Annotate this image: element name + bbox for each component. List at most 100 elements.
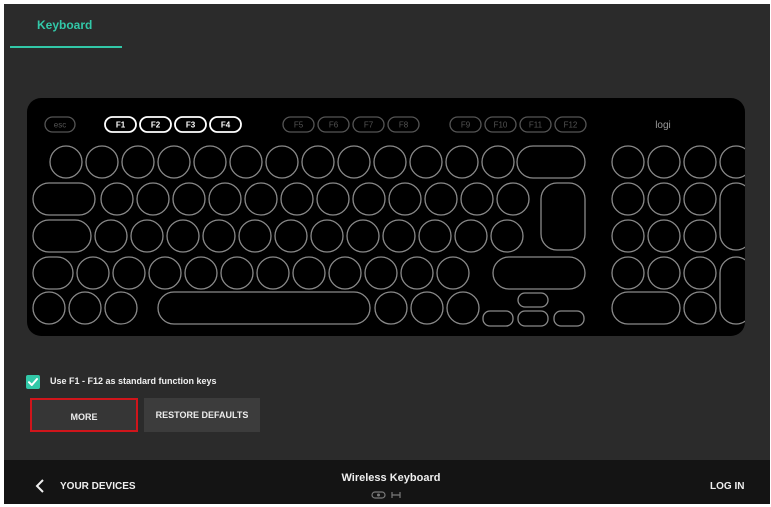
active-tab-indicator [10,46,122,48]
numpad-key [647,219,681,253]
key [490,219,524,253]
key [49,145,83,179]
caps-lock-key [32,219,92,253]
function-key-label: F7 [364,121,374,130]
numpad-key [683,219,717,253]
key [104,291,138,325]
connection-icons [371,491,401,499]
key [238,219,272,253]
device-name: Wireless Keyboard [341,472,441,484]
key [310,219,344,253]
key [32,291,66,325]
key [100,182,134,216]
key [94,219,128,253]
key [202,219,236,253]
key [436,256,470,290]
key [292,256,326,290]
numpad-key [683,256,717,290]
function-key-label: F11 [529,121,543,130]
key [409,145,443,179]
key [460,182,494,216]
numpad-key [647,256,681,290]
tab-key [32,182,96,216]
function-key-label: F8 [399,121,409,130]
key [85,145,119,179]
key [410,291,444,325]
restore-defaults-button[interactable]: RESTORE DEFAULTS [144,398,260,432]
chevron-left-icon [35,479,44,493]
key [112,256,146,290]
key [148,256,182,290]
esc-key-label: esc [54,121,66,130]
key [454,219,488,253]
key [481,145,515,179]
function-key-label: F6 [329,121,339,130]
app-window: Keyboard logi esc F1 F2 F3 F4 F5 F6 F7 F8 F9 F10 F1… [4,4,770,504]
key [130,219,164,253]
tab-keyboard-label: Keyboard [37,18,93,32]
function-key-label: F10 [494,121,508,130]
key [208,182,242,216]
key [346,219,380,253]
fn-keys-checkbox[interactable] [26,375,40,389]
brand-logo: logi [655,120,671,131]
numpad-key [611,182,645,216]
up-arrow-key [517,292,549,308]
key [274,219,308,253]
numpad-key [683,291,717,325]
function-key-label: F1 [116,121,126,130]
keyboard-illustration: logi esc F1 F2 F3 F4 F5 F6 F7 F8 F9 F10 F11 F12 [27,98,745,336]
left-shift-key [32,256,74,290]
key [68,291,102,325]
key [388,182,422,216]
function-key-label: F3 [186,121,196,130]
function-key-label: F2 [151,121,161,130]
checkmark-icon [28,378,38,386]
key [244,182,278,216]
key [382,219,416,253]
key [496,182,530,216]
key [193,145,227,179]
enter-key [540,182,586,251]
numpad-key [647,145,681,179]
numpad-key [683,182,717,216]
key [280,182,314,216]
numpad-key [719,145,745,179]
key [172,182,206,216]
key [220,256,254,290]
login-button[interactable]: LOG IN [710,481,744,492]
numpad-enter-key [719,256,745,325]
numpad-plus-key [719,182,745,251]
numpad-zero-key [611,291,681,325]
your-devices-label: YOUR DEVICES [60,481,136,492]
key [445,145,479,179]
key [352,182,386,216]
tab-keyboard[interactable]: Keyboard [10,4,122,48]
backspace-key [516,145,586,179]
key [373,145,407,179]
key [76,256,110,290]
tab-bar: Keyboard [4,4,770,48]
key [418,219,452,253]
key [265,145,299,179]
key [400,256,434,290]
right-arrow-key [553,310,585,327]
function-key-label: F9 [461,121,471,130]
key [364,256,398,290]
key [121,145,155,179]
key [316,182,350,216]
key [157,145,191,179]
key [136,182,170,216]
key [328,256,362,290]
right-shift-key [492,256,586,290]
more-button[interactable]: MORE [30,398,138,432]
fn-keys-label: Use F1 - F12 as standard function keys [50,376,217,386]
function-key-label: F12 [564,121,578,130]
down-arrow-key [517,310,549,327]
key [184,256,218,290]
key [424,182,458,216]
key [374,291,408,325]
bluetooth-icon [391,492,401,498]
numpad-key [611,145,645,179]
key [446,291,480,325]
